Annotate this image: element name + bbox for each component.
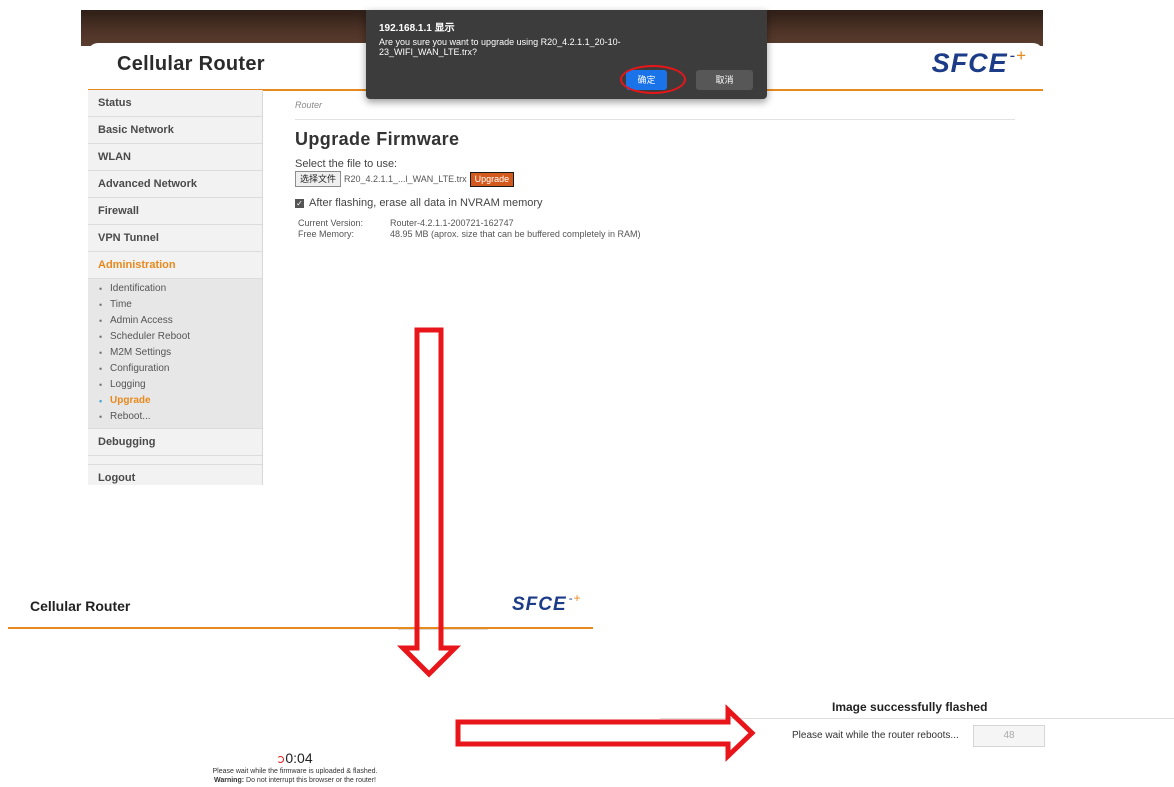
down-arrow <box>396 327 462 678</box>
right-arrow <box>455 704 756 762</box>
annotation-arrows <box>396 327 756 762</box>
